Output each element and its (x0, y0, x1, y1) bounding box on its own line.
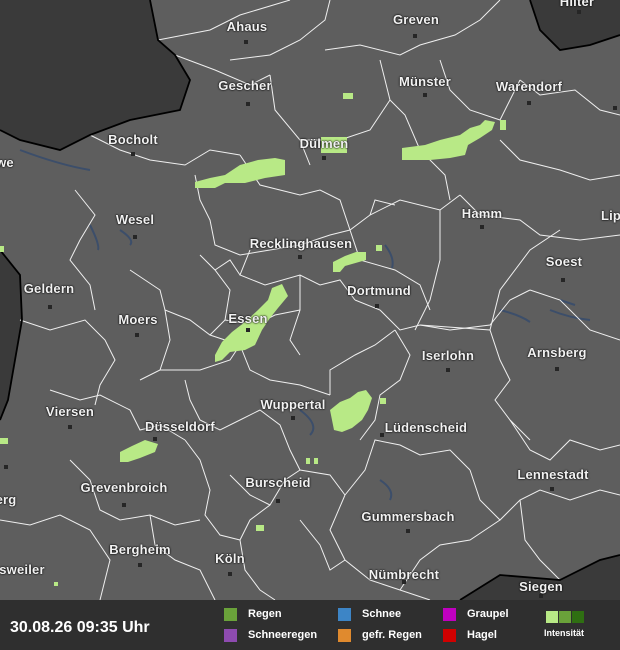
city-label-bergheim: Bergheim (109, 542, 171, 557)
rain-cell (376, 245, 382, 251)
rain-cell (343, 93, 353, 99)
city-label-gescher: Gescher (218, 78, 272, 93)
city-label-lip: Lip (600, 208, 620, 223)
city-label-lennestadt: Lennestadt (517, 467, 589, 482)
city-dot (228, 572, 232, 576)
city-label-moers: Moers (118, 312, 158, 327)
city-dot (375, 304, 379, 308)
city-dot (577, 10, 581, 14)
city-label-greven: Greven (392, 12, 440, 27)
city-dot (291, 416, 295, 420)
schneeregen-swatch (224, 629, 237, 642)
city-label-duesseldorf: Düsseldorf (145, 419, 215, 434)
intensity-swatch-low (546, 611, 558, 623)
rain-cell (500, 120, 506, 130)
netherlands-region (0, 0, 190, 150)
city-dot (446, 368, 450, 372)
city-dot (555, 367, 559, 371)
intensity-label: Intensität (544, 628, 585, 638)
intensity-swatch-high (572, 611, 584, 623)
city-label-muenster: Münster (399, 74, 451, 89)
radar-timestamp: 30.08.26 09:35 Uhr (10, 619, 150, 636)
rain-cell (380, 398, 386, 404)
city-dot (539, 594, 543, 598)
city-dot (380, 433, 384, 437)
rain-cell (306, 458, 310, 464)
city-label-wesel: Wesel (115, 212, 155, 227)
rain-cell (0, 438, 8, 444)
city-dot (153, 437, 157, 441)
city-dot (246, 102, 250, 106)
city-dot (276, 499, 280, 503)
city-dot (131, 152, 135, 156)
city-label-soest: Soest (545, 254, 583, 269)
city-label-duelmen: Dülmen (299, 136, 349, 151)
city-label-geldern: Geldern (23, 281, 75, 296)
rain-cell (256, 525, 264, 531)
rain-cell (54, 582, 58, 586)
intensity-swatch-mid (559, 611, 571, 623)
city-dot (613, 106, 617, 110)
city-label-hamm: Hamm (461, 206, 503, 221)
city-dot (138, 563, 142, 567)
city-label-bocholt: Bocholt (108, 132, 158, 147)
city-label-dortmund: Dortmund (347, 283, 411, 298)
city-dot (561, 278, 565, 282)
city-label-iserlohn: Iserlohn (421, 348, 475, 363)
city-label-we: we (0, 155, 14, 170)
city-dot (135, 333, 139, 337)
city-label-recklinghausen: Recklinghausen (249, 236, 353, 251)
city-label-sweiler: sweiler (0, 562, 45, 577)
city-dot (527, 101, 531, 105)
city-dot (133, 235, 137, 239)
city-dot (122, 503, 126, 507)
radar-map[interactable]: Hilter Ahaus Greven Gescher Münster Ware… (0, 0, 620, 650)
city-label-warendorf: Warendorf (495, 79, 563, 94)
graupel-swatch (443, 608, 456, 621)
city-dot (423, 93, 427, 97)
city-dot (246, 328, 250, 332)
city-label-gummersbach: Gummersbach (361, 509, 455, 524)
city-label-wuppertal: Wuppertal (260, 397, 326, 412)
rain-cell (195, 158, 285, 188)
city-label-essen: Essen (228, 311, 268, 326)
city-label-erg: erg (0, 492, 17, 507)
rain-cell (0, 246, 4, 252)
rivers (19, 149, 591, 631)
city-label-nuembrecht: Nümbrecht (368, 567, 440, 582)
city-dot (4, 465, 8, 469)
city-label-viersen: Viersen (45, 404, 95, 419)
city-dot (550, 487, 554, 491)
city-label-hilter: Hilter (559, 0, 595, 9)
rain-cell (120, 440, 158, 462)
city-label-arnsberg: Arnsberg (527, 345, 587, 360)
map-layer (0, 0, 620, 631)
city-label-burscheid: Burscheid (245, 475, 311, 490)
hagel-swatch (443, 629, 456, 642)
regen-swatch (224, 608, 237, 621)
city-dot (48, 305, 52, 309)
city-dot (68, 425, 72, 429)
city-label-ahaus: Ahaus (226, 19, 268, 34)
city-label-siegen: Siegen (519, 579, 563, 594)
city-label-koeln: Köln (215, 551, 245, 566)
city-dot (322, 156, 326, 160)
city-dot (298, 255, 302, 259)
city-dot (244, 40, 248, 44)
city-dot (413, 34, 417, 38)
rain-cell (330, 390, 372, 432)
city-dot (406, 529, 410, 533)
city-dot (480, 225, 484, 229)
city-label-grevenbroich: Grevenbroich (80, 480, 168, 495)
schnee-swatch (338, 608, 351, 621)
city-label-luedenscheid: Lüdenscheid (384, 420, 468, 435)
rain-cell (333, 252, 366, 272)
gefr-regen-swatch (338, 629, 351, 642)
rain-cell (314, 458, 318, 464)
